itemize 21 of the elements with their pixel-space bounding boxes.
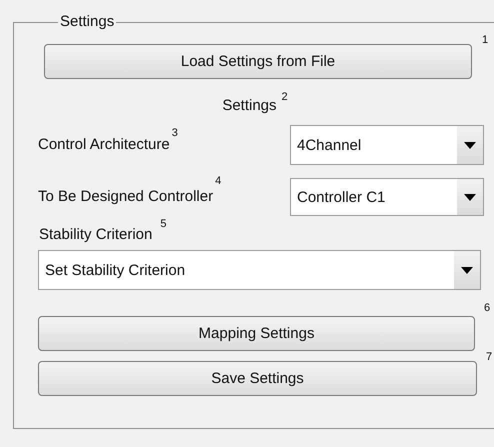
field-label: Stability Criterion (39, 226, 152, 244)
marker-number: 2 (282, 91, 288, 103)
field-label: To Be Designed Controller (38, 188, 214, 206)
field-label: Control Architecture (38, 136, 170, 154)
marker-number: 1 (482, 34, 488, 46)
marker-number: 5 (160, 218, 166, 230)
section-heading: Settings (222, 97, 277, 115)
marker-number: 7 (486, 351, 492, 363)
dropdown[interactable]: Controller C1 (290, 178, 484, 216)
marker-number: 3 (172, 127, 178, 139)
caret-icon (457, 126, 483, 164)
caret-icon (454, 251, 480, 289)
marker-number: 6 (484, 302, 490, 314)
save-settings-button[interactable]: Save Settings (38, 361, 477, 396)
dropdown[interactable]: 4Channel (290, 125, 484, 165)
mapping-settings-button[interactable]: Mapping Settings (38, 316, 475, 351)
caret-icon (457, 179, 483, 215)
load-settings-button[interactable]: Load Settings from File (44, 44, 472, 79)
marker-number: 4 (215, 175, 222, 187)
panel-title: Settings (59, 14, 116, 30)
dropdown[interactable]: Set Stability Criterion (38, 250, 481, 290)
